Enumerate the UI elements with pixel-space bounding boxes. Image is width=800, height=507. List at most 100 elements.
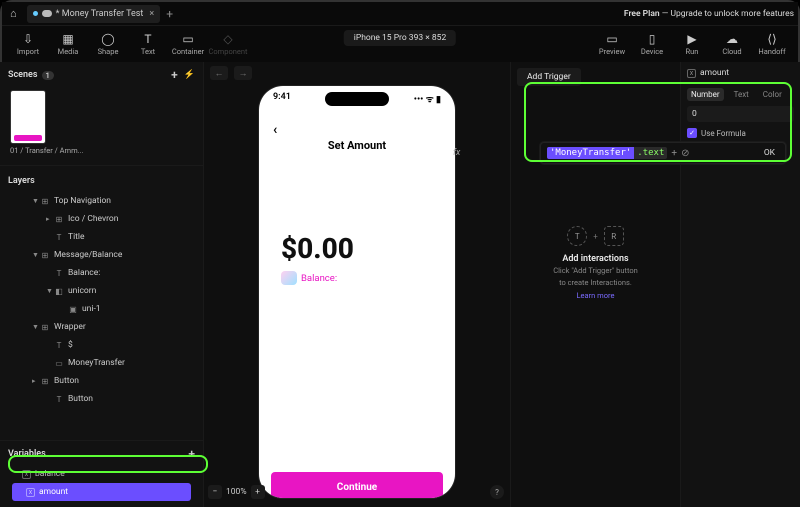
layer-type-icon: T (54, 233, 64, 242)
close-tab-icon[interactable]: × (149, 9, 154, 19)
tab-color[interactable]: Color (759, 88, 786, 101)
zoom-level[interactable]: 100% (226, 487, 247, 497)
handoff-button[interactable]: ⟨⟩Handoff (752, 33, 792, 56)
help-button[interactable]: ? (490, 485, 504, 499)
component-icon: ◇ (221, 33, 235, 45)
layer-type-icon: ▭ (54, 359, 64, 368)
status-time: 9:41 (273, 92, 291, 105)
add-variable-button[interactable]: + (188, 447, 195, 461)
shape-tool[interactable]: ◯Shape (88, 33, 128, 56)
import-tool[interactable]: ⇩Import (8, 33, 48, 56)
cloud-sync-icon: ☁ (725, 33, 739, 45)
document-tab[interactable]: * Money Transfer Test × (27, 5, 161, 23)
variable-name: amount (39, 487, 68, 497)
layer-type-icon: ⊞ (54, 215, 64, 224)
formula-editor[interactable]: 'MoneyTransfer'.text + ⊘ OK (540, 142, 786, 164)
disclosure-icon[interactable]: ▸ (32, 377, 40, 385)
layer-row[interactable]: ▸⊞Button (8, 372, 195, 390)
layer-type-icon: ⊞ (40, 323, 50, 332)
layer-label: Button (68, 394, 93, 404)
back-chevron-icon[interactable]: ‹ (273, 122, 277, 138)
text-tool[interactable]: TText (128, 33, 168, 56)
layer-label: Balance: (68, 268, 100, 278)
formula-token-property[interactable]: .text (634, 147, 667, 159)
layer-row[interactable]: ▸⊞ Ico / Chevron (8, 210, 195, 228)
layer-type-icon: T (54, 269, 64, 278)
layer-row[interactable]: ▣ uni-1 (8, 300, 195, 318)
layer-row[interactable]: T Balance: (8, 264, 195, 282)
tab-number[interactable]: Number (687, 88, 724, 101)
layer-label: Title (68, 232, 85, 242)
interactions-panel: Add Trigger fx T + R Add interactions Cl… (510, 62, 680, 507)
variable-name: balance (35, 469, 65, 479)
formula-token-object[interactable]: 'MoneyTransfer' (547, 147, 634, 159)
container-icon: ▭ (181, 33, 195, 45)
scene-thumbnail[interactable] (10, 90, 46, 144)
canvas[interactable]: ← → 9:41 ••• ᯤ ▮ ‹ Set Amount $0.00 Bala… (204, 62, 510, 507)
variable-row-balance[interactable]: xbalance (8, 465, 195, 483)
cloud-button[interactable]: ☁Cloud (712, 33, 752, 56)
disclosure-icon[interactable]: ▼ (32, 323, 40, 331)
preview-tool[interactable]: ▭Preview (592, 33, 632, 56)
component-tool: ◇Component (208, 33, 248, 56)
handoff-icon: ⟨⟩ (765, 33, 779, 45)
continue-button[interactable]: Continue (271, 472, 443, 498)
formula-add-icon[interactable]: + (671, 148, 677, 159)
media-icon: ▦ (61, 33, 75, 45)
disclosure-icon[interactable]: ▼ (46, 287, 54, 295)
run-button[interactable]: ▶Run (672, 33, 712, 56)
layer-row[interactable]: ▼⊞Wrapper (8, 318, 195, 336)
device-button[interactable]: ▯Device (632, 33, 672, 56)
layer-row[interactable]: ▼⊞ Top Navigation (8, 192, 195, 210)
layer-row[interactable]: ▼⊞Message/Balance (8, 246, 195, 264)
container-tool[interactable]: ▭Container (168, 33, 208, 56)
zoom-in-button[interactable]: + (251, 485, 265, 499)
formula-ok-button[interactable]: OK (760, 147, 779, 159)
layer-type-icon: ▣ (68, 305, 78, 314)
device-selector[interactable]: iPhone 15 Pro 393 × 852 (344, 30, 456, 46)
layer-label: Ico / Chevron (68, 214, 118, 224)
scene-name: 01 / Transfer / Amm... (8, 146, 195, 155)
layer-row[interactable]: ▼◧unicorn (8, 282, 195, 300)
interactions-sub2: to create Interactions. (517, 278, 674, 288)
plan-rest: — Upgrade to unlock more features (660, 9, 794, 19)
add-scene-button[interactable]: + (171, 68, 178, 82)
zoom-out-button[interactable]: − (208, 485, 222, 499)
import-icon: ⇩ (21, 33, 35, 45)
disclosure-icon[interactable]: ▼ (32, 251, 40, 259)
plan-bold: Free Plan (624, 9, 660, 19)
layer-label: uni-1 (82, 304, 101, 314)
media-tool[interactable]: ▦Media (48, 33, 88, 56)
layer-row[interactable]: TButton (8, 390, 195, 408)
type-tabs: Number Text Color (687, 88, 794, 101)
scenes-bolt-icon[interactable]: ⚡ (184, 70, 195, 80)
layer-label: $ (68, 340, 73, 350)
learn-more-link[interactable]: Learn more (517, 291, 674, 300)
screen-title: Set Amount (259, 139, 455, 152)
layer-row[interactable]: T$ (8, 336, 195, 354)
layer-type-icon: ◧ (54, 287, 64, 296)
nav-back-button[interactable]: ← (210, 66, 228, 80)
disclosure-icon[interactable]: ▸ (46, 215, 54, 223)
layer-label: Message/Balance (54, 250, 122, 260)
value-input[interactable]: 0 (687, 106, 794, 122)
nav-forward-button[interactable]: → (234, 66, 252, 80)
use-formula-checkbox[interactable]: ✓ (687, 128, 697, 138)
disclosure-icon[interactable]: ▼ (32, 197, 40, 205)
add-trigger-button[interactable]: Add Trigger (517, 68, 581, 86)
layer-row[interactable]: T Title (8, 228, 195, 246)
inspector-variable-name: amount (700, 68, 729, 78)
layer-type-icon: ⊞ (40, 197, 50, 206)
home-icon[interactable]: ⌂ (10, 7, 17, 20)
layer-label: Top Navigation (54, 196, 111, 206)
variable-row-amount[interactable]: xamount (12, 483, 191, 501)
plan-banner[interactable]: Free Plan — Upgrade to unlock more featu… (624, 9, 794, 19)
layer-row[interactable]: ▭MoneyTransfer (8, 354, 195, 372)
unicorn-icon (281, 271, 297, 285)
tab-text[interactable]: Text (730, 88, 753, 101)
formula-fx-icon: fx (453, 148, 465, 160)
response-placeholder-icon: R (604, 226, 624, 246)
formula-remove-icon[interactable]: ⊘ (681, 148, 689, 159)
variables-heading: Variables (8, 449, 46, 459)
new-tab-button[interactable]: + (166, 7, 173, 21)
